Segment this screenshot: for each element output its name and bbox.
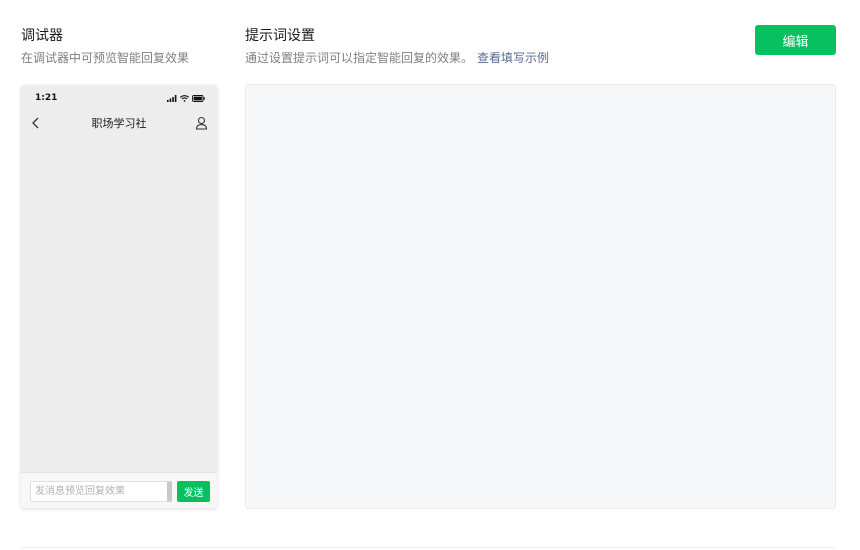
status-time: 1:21 — [35, 93, 58, 103]
chat-title: 职场学习社 — [91, 117, 147, 130]
debugger-description: 在调试器中可预览智能回复效果 — [21, 51, 190, 65]
battery-icon — [192, 95, 205, 102]
edit-button[interactable]: 编辑 — [755, 25, 836, 55]
debugger-title: 调试器 — [21, 28, 63, 44]
signal-icon — [167, 95, 177, 102]
message-input[interactable] — [30, 481, 172, 502]
prompt-settings-description: 通过设置提示词可以指定智能回复的效果。 查看填写示例 — [245, 50, 549, 67]
prompt-settings-description-text: 通过设置提示词可以指定智能回复的效果。 — [245, 51, 474, 65]
send-button[interactable]: 发送 — [177, 481, 210, 502]
wifi-icon — [180, 95, 189, 102]
prompt-content-box[interactable] — [245, 84, 836, 509]
phone-status-bar: 1:21 — [21, 85, 217, 111]
chat-message-area — [21, 135, 217, 472]
chat-input-bar: 发送 — [21, 472, 217, 508]
prompt-settings-page: 调试器 在调试器中可预览智能回复效果 提示词设置 通过设置提示词可以指定智能回复… — [0, 0, 860, 550]
prompt-settings-title: 提示词设置 — [245, 28, 315, 44]
user-icon[interactable] — [195, 116, 208, 130]
bottom-divider — [21, 547, 836, 548]
status-icons — [167, 94, 205, 102]
phone-preview: 1:21 职场学习社 发消息预览回复效果 发送 — [21, 85, 217, 508]
view-example-link[interactable]: 查看填写示例 — [477, 51, 549, 65]
chat-nav-bar: 职场学习社 — [21, 111, 217, 135]
